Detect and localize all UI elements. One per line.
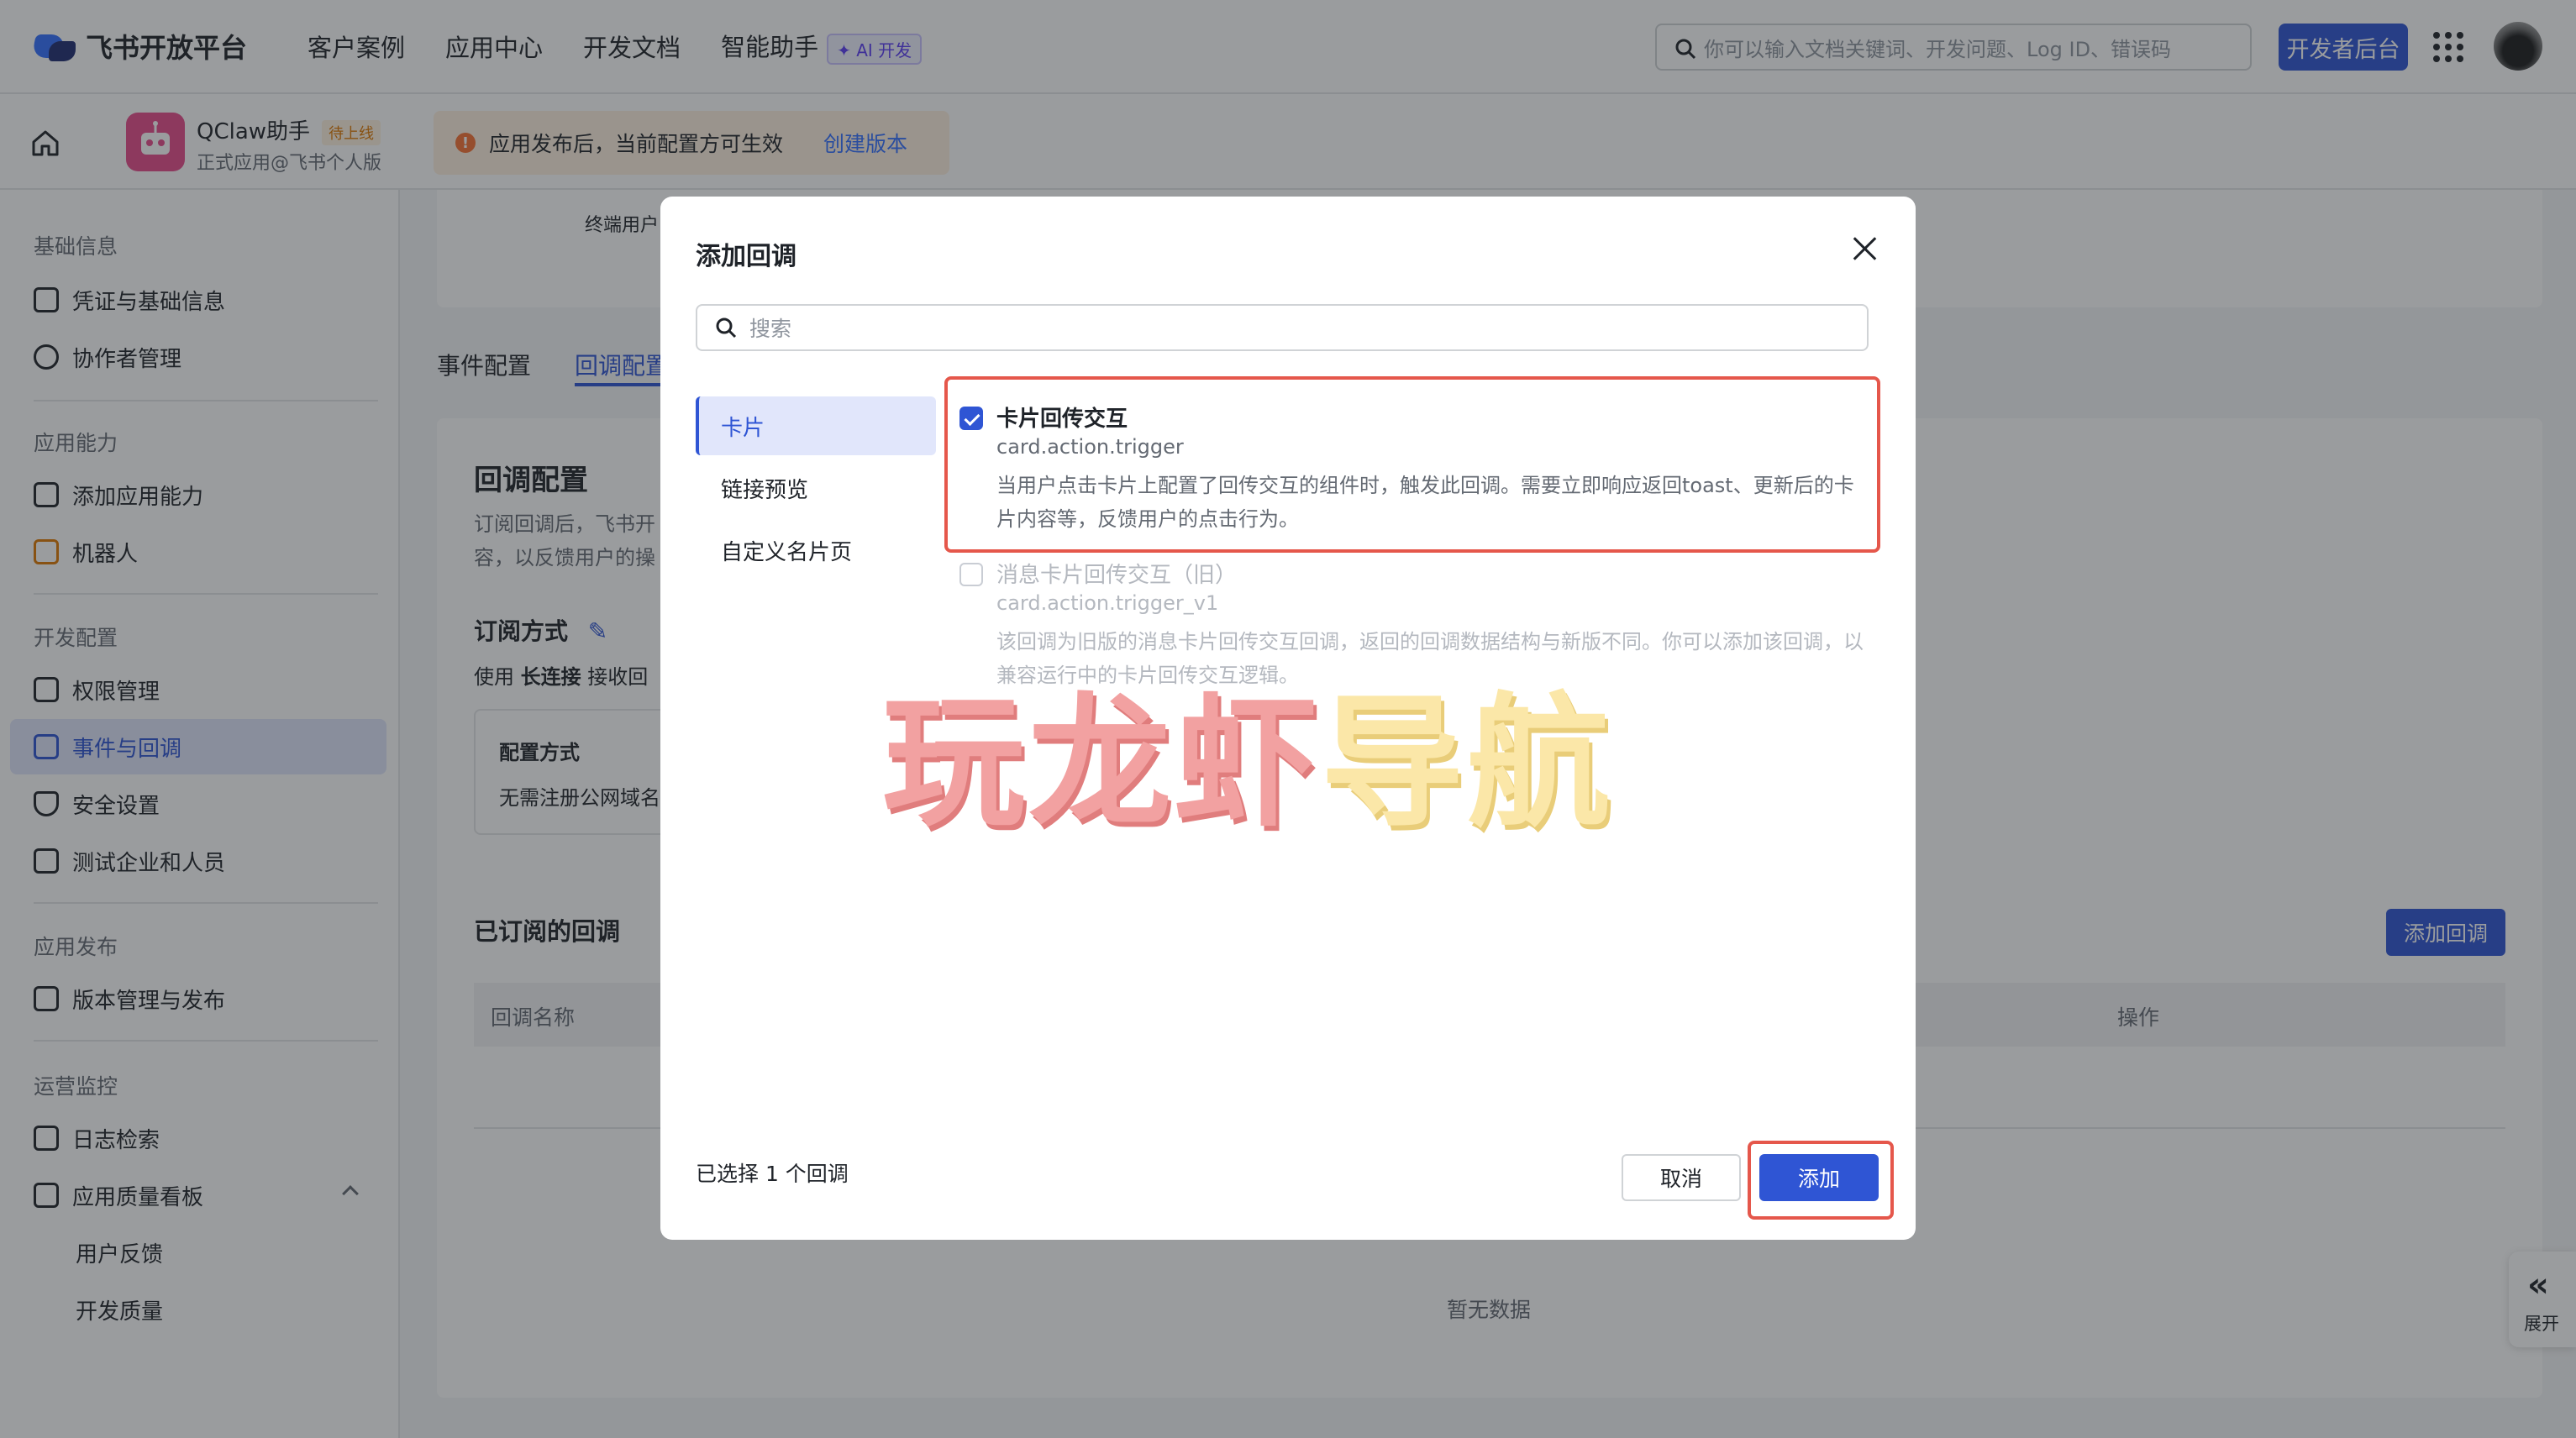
watermark-logo: 玩龙虾导航 (882, 647, 1613, 853)
category-link-preview[interactable]: 链接预览 (696, 459, 936, 517)
dialog-search-placeholder: 搜索 (749, 317, 792, 341)
cancel-button[interactable]: 取消 (1622, 1154, 1741, 1201)
option-title: 消息卡片回传交互（旧） (996, 563, 1238, 588)
option-key: card.action.trigger_v1 (996, 591, 1219, 615)
highlight-box-option (944, 376, 1880, 553)
watermark-part-1: 玩龙虾 (882, 680, 1322, 847)
search-icon (716, 318, 737, 339)
dialog-title: 添加回调 (696, 242, 796, 271)
selected-count-text: 已选择 1 个回调 (696, 1162, 849, 1186)
category-card[interactable]: 卡片 (696, 396, 936, 455)
highlight-box-add-button (1748, 1141, 1894, 1220)
dialog-search-input[interactable]: 搜索 (696, 304, 1869, 351)
checkbox-unchecked[interactable] (959, 563, 983, 586)
watermark-part-2: 导航 (1321, 680, 1614, 847)
close-icon[interactable] (1850, 234, 1880, 264)
category-custom-profile[interactable]: 自定义名片页 (696, 521, 936, 580)
